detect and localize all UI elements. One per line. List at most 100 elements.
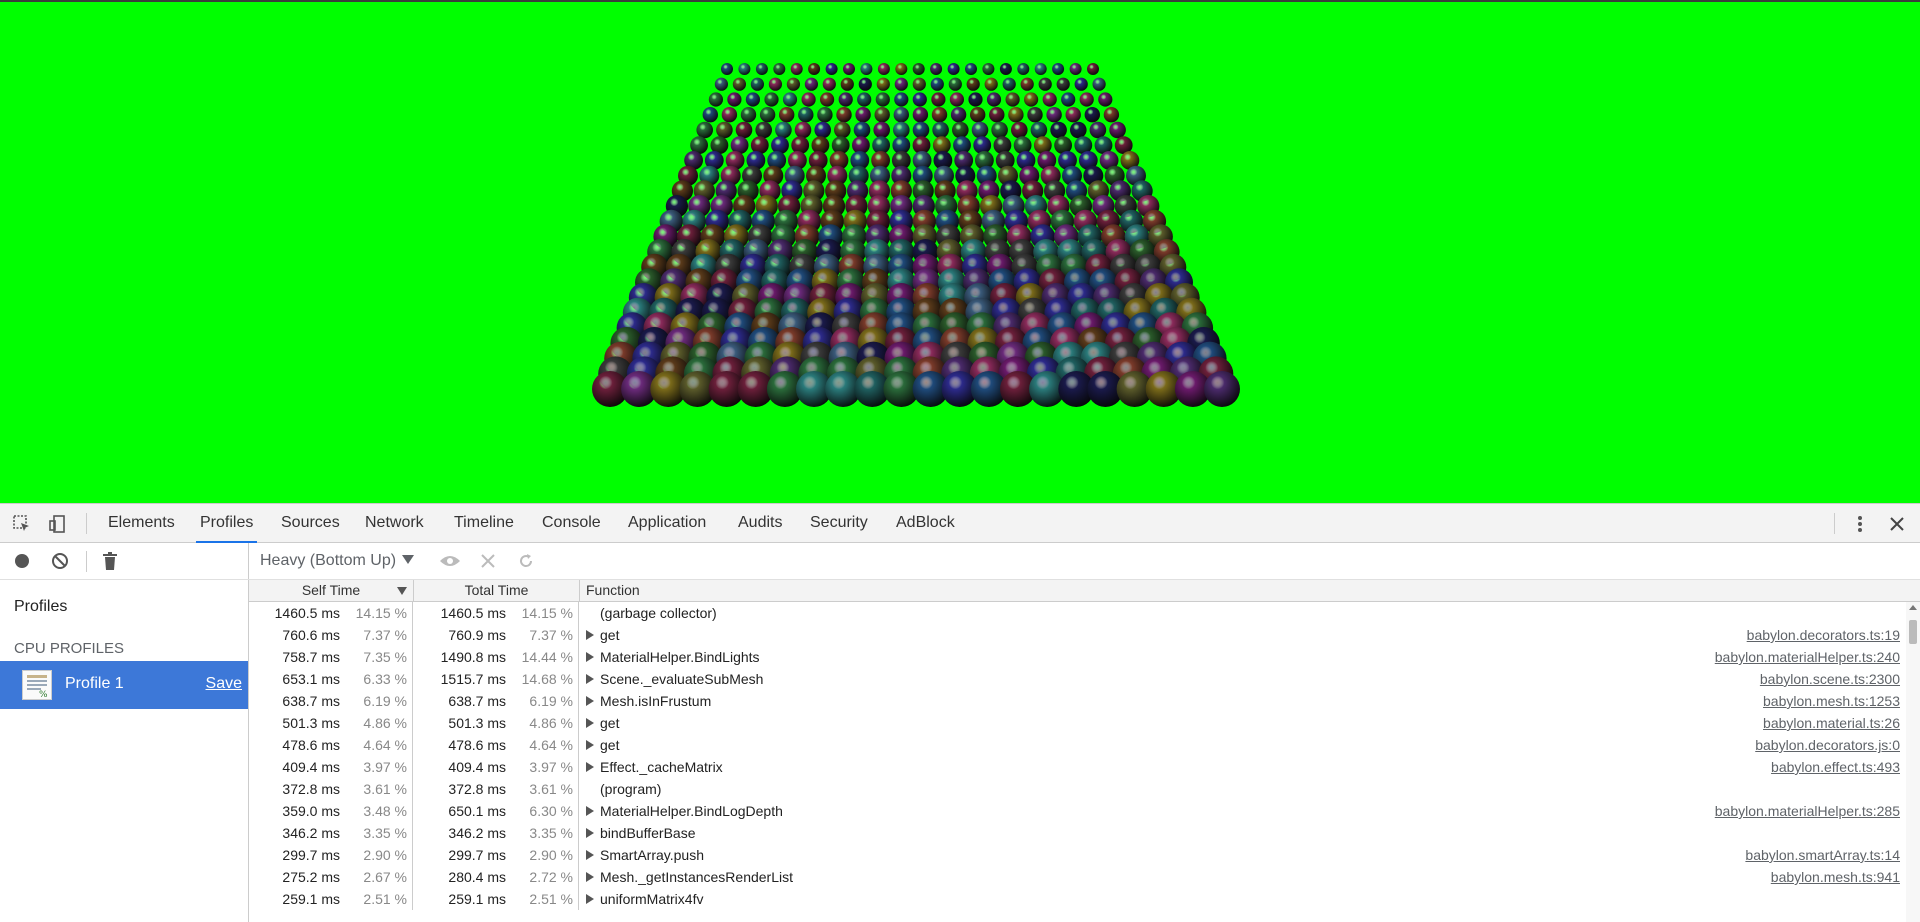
sphere: [1092, 77, 1106, 91]
sphere: [750, 77, 765, 91]
table-row[interactable]: 409.4 ms 3.97 % 409.4 ms 3.97 % Effect._cach…: [249, 756, 1906, 778]
source-link[interactable]: babylon.decorators.js:0: [1755, 734, 1900, 756]
devtools-panel: Elements Profiles Sources Network Timeli…: [0, 503, 1920, 922]
self-time-cell: 409.4 ms 3.97 %: [249, 756, 413, 778]
table-row[interactable]: 653.1 ms 6.33 % 1515.7 ms 14.68 % Scene._eva…: [249, 668, 1906, 690]
sphere: [755, 121, 772, 139]
record-icon[interactable]: [11, 550, 33, 572]
trash-icon[interactable]: [99, 550, 121, 572]
sort-descending-icon: [397, 587, 407, 595]
source-link[interactable]: babylon.scene.ts:2300: [1760, 668, 1900, 690]
table-row[interactable]: 638.7 ms 6.19 % 638.7 ms 6.19 % Mesh.isInFru…: [249, 690, 1906, 712]
column-header-self-time[interactable]: Self Time: [249, 580, 414, 601]
expand-triangle-icon[interactable]: [586, 696, 594, 706]
total-time-ms: 1515.7 ms: [440, 671, 506, 687]
total-time-cell: 760.9 ms 7.37 %: [414, 624, 579, 646]
total-time-ms: 501.3 ms: [448, 715, 506, 731]
expand-triangle-icon[interactable]: [586, 872, 594, 882]
save-profile-link[interactable]: Save: [206, 675, 242, 693]
expand-triangle-icon[interactable]: [586, 652, 594, 662]
view-mode-select[interactable]: Heavy (Bottom Up): [260, 550, 415, 572]
expand-triangle-icon[interactable]: [586, 850, 594, 860]
sphere: [931, 107, 948, 123]
function-cell: MaterialHelper.BindLogDepth babylon.mater…: [580, 800, 1906, 822]
expand-triangle-icon[interactable]: [586, 894, 594, 904]
sphere: [1046, 107, 1062, 123]
source-link[interactable]: babylon.mesh.ts:1253: [1763, 690, 1900, 712]
sphere: [814, 121, 831, 139]
self-time-percent: 3.61 %: [363, 781, 407, 797]
table-row[interactable]: 1460.5 ms 14.15 % 1460.5 ms 14.15 % (garbage…: [249, 602, 1906, 624]
self-time-percent: 2.90 %: [363, 847, 407, 863]
table-row[interactable]: 299.7 ms 2.90 % 299.7 ms 2.90 % SmartArray.p…: [249, 844, 1906, 866]
tab-profiles[interactable]: Profiles: [196, 504, 258, 543]
expand-triangle-icon[interactable]: [586, 718, 594, 728]
clear-all-icon[interactable]: [49, 550, 71, 572]
expand-triangle-icon[interactable]: [586, 762, 594, 772]
sphere: [1065, 107, 1081, 123]
more-options-icon[interactable]: [1849, 513, 1871, 535]
source-link[interactable]: babylon.effect.ts:493: [1771, 756, 1900, 778]
focus-eye-icon[interactable]: [439, 550, 461, 572]
profile-item-1[interactable]: % Profile 1 Save: [0, 661, 248, 709]
total-time-cell: 372.8 ms 3.61 %: [414, 778, 579, 800]
table-row[interactable]: 760.6 ms 7.37 % 760.9 ms 7.37 % get babylon.d…: [249, 624, 1906, 646]
tab-security[interactable]: Security: [806, 504, 872, 542]
self-time-percent: 2.67 %: [363, 869, 407, 885]
scrollbar-thumb[interactable]: [1909, 620, 1917, 644]
self-time-percent: 4.86 %: [363, 715, 407, 731]
sphere: [771, 136, 789, 155]
source-link[interactable]: babylon.materialHelper.ts:285: [1715, 800, 1900, 822]
scroll-up-icon[interactable]: [1909, 605, 1917, 610]
expand-triangle-icon[interactable]: [586, 674, 594, 684]
profile-grid-header: Self Time Total Time Function: [249, 580, 1920, 602]
total-time-ms: 299.7 ms: [448, 847, 506, 863]
sphere: [1079, 92, 1094, 107]
table-row[interactable]: 359.0 ms 3.48 % 650.1 ms 6.30 % MaterialHelp…: [249, 800, 1906, 822]
total-time-ms: 760.9 ms: [448, 627, 506, 643]
source-link[interactable]: babylon.mesh.ts:941: [1771, 866, 1900, 888]
vertical-scrollbar[interactable]: [1906, 602, 1920, 922]
tab-application[interactable]: Application: [624, 504, 710, 542]
tab-sources[interactable]: Sources: [277, 504, 344, 542]
table-row[interactable]: 346.2 ms 3.35 % 346.2 ms 3.35 % bindBufferBa…: [249, 822, 1906, 844]
inspect-element-icon[interactable]: [11, 513, 33, 535]
sphere: [822, 77, 836, 91]
source-link[interactable]: babylon.smartArray.ts:14: [1745, 844, 1900, 866]
total-time-cell: 346.2 ms 3.35 %: [414, 822, 579, 844]
expand-triangle-icon[interactable]: [586, 806, 594, 816]
table-row[interactable]: 372.8 ms 3.61 % 372.8 ms 3.61 % (program): [249, 778, 1906, 800]
tab-elements[interactable]: Elements: [104, 504, 179, 542]
column-header-function[interactable]: Function: [580, 580, 1920, 601]
table-row[interactable]: 478.6 ms 4.64 % 478.6 ms 4.64 % get babylon.d…: [249, 734, 1906, 756]
self-time-cell: 346.2 ms 3.35 %: [249, 822, 413, 844]
expand-triangle-icon[interactable]: [586, 630, 594, 640]
total-time-percent: 3.97 %: [529, 759, 573, 775]
source-link[interactable]: babylon.material.ts:26: [1763, 712, 1900, 734]
expand-triangle-icon[interactable]: [586, 740, 594, 750]
tab-timeline[interactable]: Timeline: [450, 504, 518, 542]
tab-network[interactable]: Network: [361, 504, 428, 542]
tab-adblock[interactable]: AdBlock: [892, 504, 959, 542]
function-name: Effect._cacheMatrix: [600, 759, 723, 775]
source-link[interactable]: babylon.decorators.ts:19: [1747, 624, 1900, 646]
function-name: (program): [600, 781, 662, 797]
device-toolbar-icon[interactable]: [47, 513, 69, 535]
close-devtools-icon[interactable]: [1886, 513, 1908, 535]
exclude-icon[interactable]: [477, 550, 499, 572]
sphere: [801, 92, 816, 107]
table-row[interactable]: 501.3 ms 4.86 % 501.3 ms 4.86 % get babylon.m…: [249, 712, 1906, 734]
column-header-total-time[interactable]: Total Time: [414, 580, 580, 601]
tab-audits[interactable]: Audits: [734, 504, 786, 542]
expand-triangle-icon[interactable]: [586, 828, 594, 838]
table-row[interactable]: 758.7 ms 7.35 % 1490.8 ms 14.44 % MaterialHe…: [249, 646, 1906, 668]
restore-icon[interactable]: [515, 550, 537, 572]
sphere: [1084, 107, 1101, 123]
tab-console[interactable]: Console: [538, 504, 605, 542]
source-link[interactable]: babylon.materialHelper.ts:240: [1715, 646, 1900, 668]
table-row[interactable]: 275.2 ms 2.67 % 280.4 ms 2.72 % Mesh._getIns…: [249, 866, 1906, 888]
sphere: [999, 63, 1012, 75]
render-canvas[interactable]: [0, 0, 1920, 503]
table-row[interactable]: 259.1 ms 2.51 % 259.1 ms 2.51 % uniformMatri…: [249, 888, 1906, 910]
function-cell: get babylon.material.ts:26: [580, 712, 1906, 734]
